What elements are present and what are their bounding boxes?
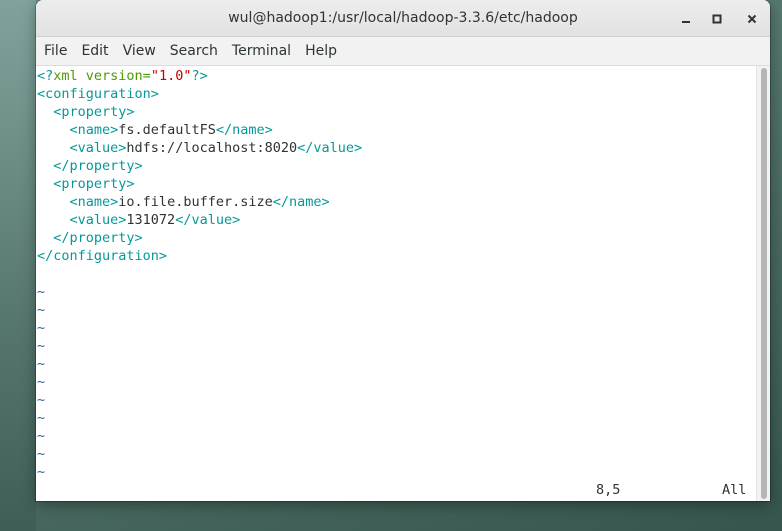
menu-help[interactable]: Help — [298, 37, 344, 66]
menu-bar: File Edit View Search Terminal Help — [36, 37, 770, 66]
xml-declaration-line: <?xml version="1.0"?> — [37, 67, 208, 85]
xml-tag: </configuration> — [37, 248, 168, 264]
empty-line-tilde: ~ — [37, 410, 46, 426]
xml-decl-open: <? — [37, 68, 54, 84]
close-icon — [747, 14, 757, 24]
empty-line-tilde: ~ — [37, 428, 46, 444]
minimize-button[interactable] — [675, 8, 697, 30]
menu-file[interactable]: File — [37, 37, 74, 66]
terminal-scrollbar[interactable] — [756, 66, 770, 501]
code-line: <property> — [37, 175, 135, 193]
code-line: <name>io.file.buffer.size</name> — [37, 193, 330, 211]
xml-tag: </name> — [272, 194, 330, 210]
xml-tag: </property> — [53, 158, 143, 174]
xml-decl-name: xml — [53, 68, 78, 84]
empty-line-tilde: ~ — [37, 464, 46, 480]
xml-text: 131072 — [126, 212, 176, 228]
title-bar[interactable]: wul@hadoop1:/usr/local/hadoop-3.3.6/etc/… — [36, 0, 770, 37]
menu-edit[interactable]: Edit — [74, 37, 115, 66]
maximize-button[interactable] — [706, 8, 728, 30]
xml-tag: <property> — [53, 104, 135, 120]
code-line: </configuration> — [37, 247, 167, 265]
xml-tag: <property> — [53, 176, 135, 192]
empty-line-tilde: ~ — [37, 320, 46, 336]
scroll-indicator: All — [722, 482, 747, 498]
code-line: <name>fs.defaultFS</name> — [37, 121, 273, 139]
xml-decl-close: ?> — [191, 68, 208, 84]
xml-tag: </value> — [297, 140, 363, 156]
xml-text: fs.defaultFS — [118, 122, 216, 138]
xml-decl-value: "1.0" — [150, 68, 192, 84]
scrollbar-thumb[interactable] — [761, 68, 767, 499]
xml-text: hdfs://localhost:8020 — [126, 140, 298, 156]
xml-tag: <value> — [69, 212, 127, 228]
close-button[interactable] — [741, 8, 763, 30]
code-line: <value>hdfs://localhost:8020</value> — [37, 139, 363, 157]
xml-tag: </name> — [215, 122, 273, 138]
code-line: <value>131072</value> — [37, 211, 241, 229]
xml-tag: <name> — [69, 194, 119, 210]
desktop-background — [0, 0, 36, 531]
code-line: </property> — [37, 157, 143, 175]
xml-tag: </value> — [175, 212, 241, 228]
menu-view[interactable]: View — [116, 37, 163, 66]
cursor-position: 8,5 — [596, 482, 621, 498]
empty-line-tilde: ~ — [37, 302, 46, 318]
code-line: </property> — [37, 229, 143, 247]
empty-line-tilde: ~ — [37, 446, 46, 462]
xml-text: io.file.buffer.size — [118, 194, 273, 210]
menu-search[interactable]: Search — [163, 37, 225, 66]
empty-line-tilde: ~ — [37, 392, 46, 408]
xml-tag: <name> — [69, 122, 119, 138]
code-line: <configuration> — [37, 85, 159, 103]
empty-line-tilde: ~ — [37, 374, 46, 390]
xml-tag: <value> — [69, 140, 127, 156]
terminal-content[interactable]: <?xml version="1.0"?> <configuration> <p… — [36, 66, 756, 501]
menu-terminal[interactable]: Terminal — [225, 37, 298, 66]
xml-tag: <configuration> — [37, 86, 159, 102]
terminal-window: wul@hadoop1:/usr/local/hadoop-3.3.6/etc/… — [36, 0, 770, 501]
empty-line-tilde: ~ — [37, 284, 46, 300]
xml-decl-attr: version= — [77, 68, 151, 84]
maximize-icon — [712, 14, 722, 24]
code-line: <property> — [37, 103, 135, 121]
window-title: wul@hadoop1:/usr/local/hadoop-3.3.6/etc/… — [228, 10, 578, 26]
empty-line-tilde: ~ — [37, 338, 46, 354]
empty-line-tilde: ~ — [37, 356, 46, 372]
xml-tag: </property> — [53, 230, 143, 246]
minimize-icon — [682, 21, 690, 23]
